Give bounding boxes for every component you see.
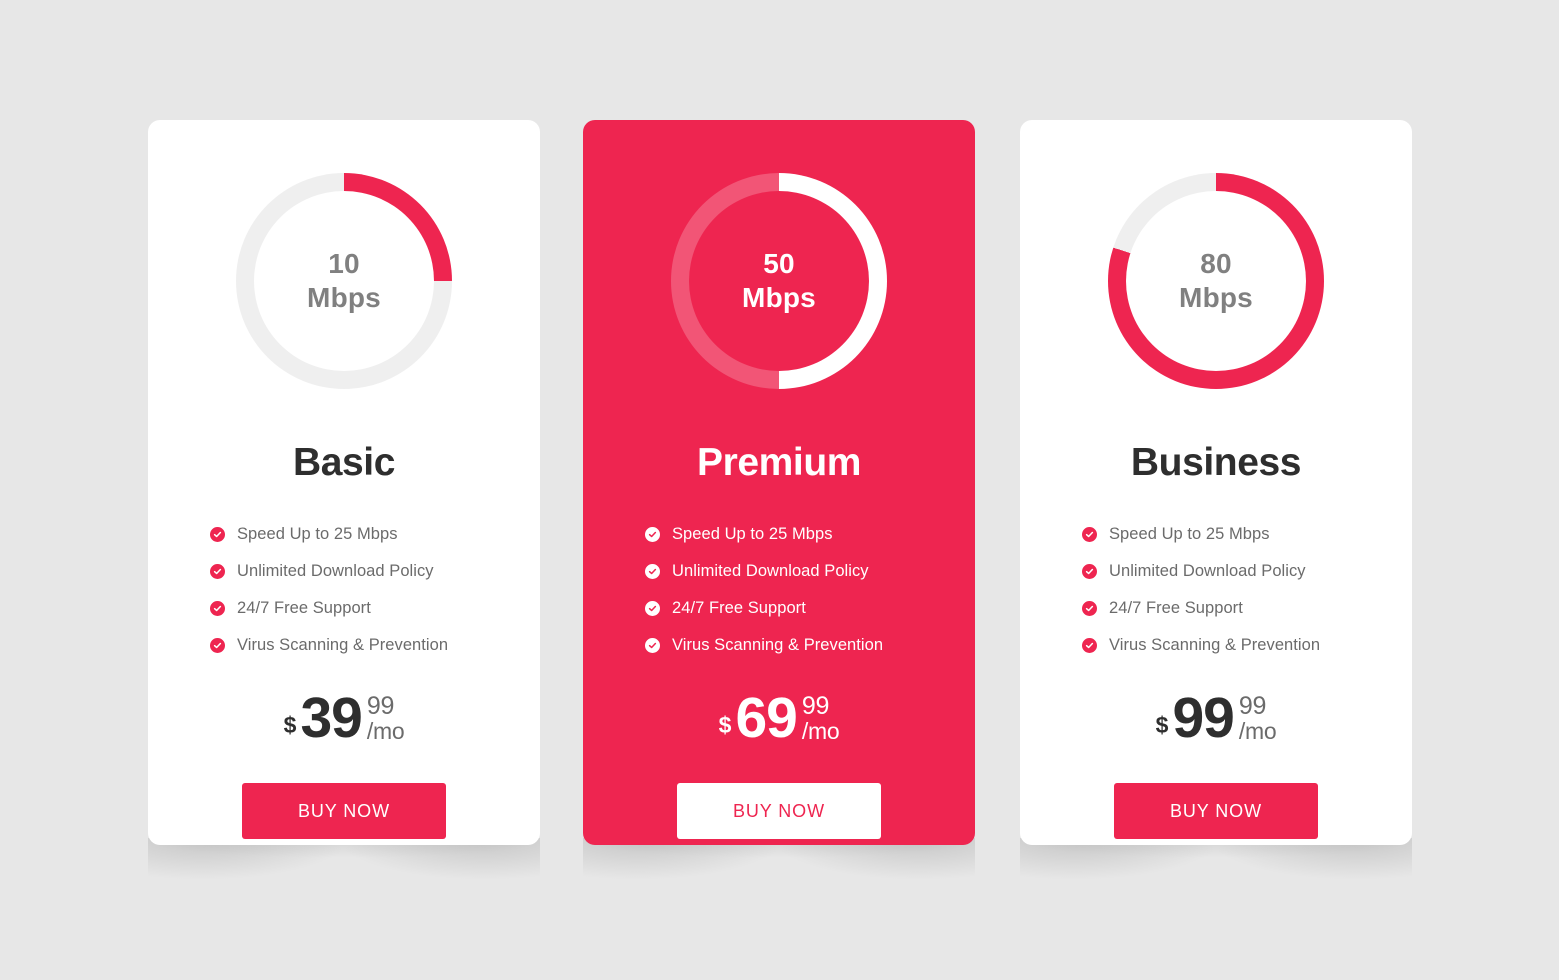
card-shadow-business [1020, 838, 1412, 896]
price-cents: 99 [801, 692, 830, 720]
feature-list-basic: Speed Up to 25 Mbps Unlimited Download P… [148, 516, 540, 664]
price-currency: $ [283, 712, 297, 738]
price-amount: 39 [300, 686, 362, 750]
speed-gauge-basic: 10 Mbps [236, 173, 452, 389]
list-item: 24/7 Free Support [1082, 590, 1243, 627]
speed-gauge-premium: 50 Mbps [671, 173, 887, 389]
pricing-card-business[interactable]: 80 Mbps Business Speed Up to 25 Mbps Unl… [1020, 120, 1412, 845]
pricing-card-premium[interactable]: 50 Mbps Premium Speed Up to 25 Mbps Unli… [583, 120, 975, 845]
check-circle-icon [210, 527, 225, 542]
card-shadow-basic [148, 838, 540, 896]
price-amount: 69 [735, 686, 797, 750]
feature-label: Virus Scanning & Prevention [237, 636, 449, 654]
check-circle-icon [1082, 564, 1097, 579]
gauge-center-basic: 10 Mbps [254, 191, 434, 371]
price-fraction: 99 /mo [801, 692, 840, 745]
price-cents: 99 [1238, 692, 1267, 720]
gauge-unit-premium: Mbps [742, 282, 816, 313]
gauge-unit-business: Mbps [1179, 282, 1253, 313]
feature-label: Unlimited Download Policy [237, 562, 434, 580]
check-circle-icon [210, 638, 225, 653]
feature-list-premium: Speed Up to 25 Mbps Unlimited Download P… [583, 516, 975, 664]
check-circle-icon [645, 527, 660, 542]
check-circle-icon [1082, 638, 1097, 653]
check-circle-icon [645, 601, 660, 616]
price-premium: $ 69 99 /mo [718, 686, 840, 757]
feature-label: 24/7 Free Support [672, 599, 806, 617]
gauge-unit-basic: Mbps [307, 282, 381, 313]
feature-label: Speed Up to 25 Mbps [672, 525, 833, 543]
feature-label: Speed Up to 25 Mbps [237, 525, 398, 543]
feature-label: Virus Scanning & Prevention [672, 636, 884, 654]
check-circle-icon [1082, 527, 1097, 542]
gauge-value-premium: 50 [763, 247, 795, 279]
pricing-table: 10 Mbps Basic Speed Up to 25 Mbps Unlimi… [0, 0, 1559, 980]
buy-now-button-business[interactable]: BUY NOW [1114, 783, 1318, 839]
gauge-value-basic: 10 [328, 247, 360, 279]
buy-now-button-basic[interactable]: BUY NOW [242, 783, 446, 839]
plan-title-basic: Basic [292, 441, 396, 484]
gauge-center-business: 80 Mbps [1126, 191, 1306, 371]
list-item: Unlimited Download Policy [645, 553, 869, 590]
check-circle-icon [1082, 601, 1097, 616]
list-item: Unlimited Download Policy [1082, 553, 1306, 590]
price-period: /mo [801, 718, 840, 745]
price-fraction: 99 /mo [1238, 692, 1277, 745]
feature-label: Virus Scanning & Prevention [1109, 636, 1321, 654]
list-item: Unlimited Download Policy [210, 553, 434, 590]
list-item: Speed Up to 25 Mbps [210, 516, 398, 553]
list-item: 24/7 Free Support [645, 590, 806, 627]
list-item: Speed Up to 25 Mbps [1082, 516, 1270, 553]
plan-title-premium: Premium [696, 441, 862, 484]
price-fraction: 99 /mo [366, 692, 405, 745]
buy-now-button-premium[interactable]: BUY NOW [677, 783, 881, 839]
list-item: Speed Up to 25 Mbps [645, 516, 833, 553]
plan-title-business: Business [1130, 441, 1302, 484]
price-period: /mo [366, 718, 405, 745]
check-circle-icon [645, 638, 660, 653]
feature-label: Unlimited Download Policy [1109, 562, 1306, 580]
check-circle-icon [645, 564, 660, 579]
list-item: Virus Scanning & Prevention [1082, 627, 1320, 664]
feature-list-business: Speed Up to 25 Mbps Unlimited Download P… [1020, 516, 1412, 664]
feature-label: Speed Up to 25 Mbps [1109, 525, 1270, 543]
feature-label: 24/7 Free Support [237, 599, 371, 617]
card-shadow-premium [583, 838, 975, 896]
price-amount: 99 [1172, 686, 1234, 750]
gauge-center-premium: 50 Mbps [689, 191, 869, 371]
price-cents: 99 [366, 692, 395, 720]
check-circle-icon [210, 601, 225, 616]
feature-label: Unlimited Download Policy [672, 562, 869, 580]
pricing-card-basic[interactable]: 10 Mbps Basic Speed Up to 25 Mbps Unlimi… [148, 120, 540, 845]
price-basic: $ 39 99 /mo [283, 686, 405, 757]
list-item: 24/7 Free Support [210, 590, 371, 627]
price-currency: $ [1155, 712, 1169, 738]
price-period: /mo [1238, 718, 1277, 745]
speed-gauge-business: 80 Mbps [1108, 173, 1324, 389]
gauge-value-business: 80 [1200, 247, 1232, 279]
price-business: $ 99 99 /mo [1155, 686, 1277, 757]
check-circle-icon [210, 564, 225, 579]
price-currency: $ [718, 712, 732, 738]
list-item: Virus Scanning & Prevention [210, 627, 448, 664]
list-item: Virus Scanning & Prevention [645, 627, 883, 664]
feature-label: 24/7 Free Support [1109, 599, 1243, 617]
